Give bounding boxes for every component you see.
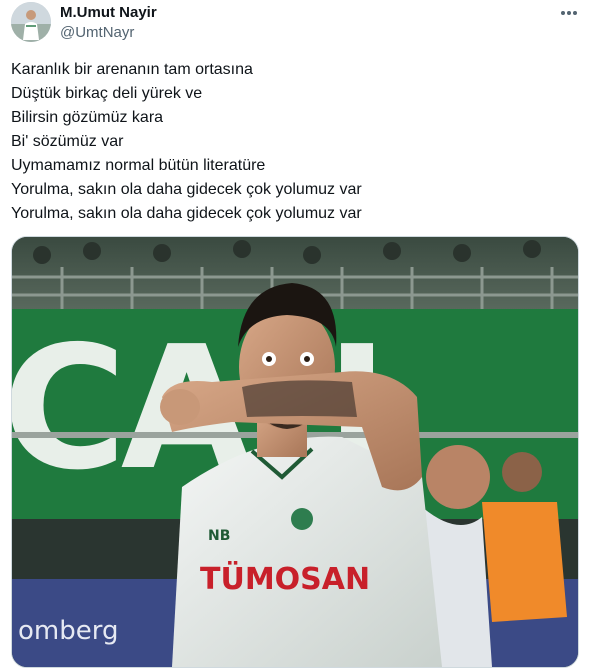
tweet-line: Düştük birkaç deli yürek ve	[11, 85, 203, 102]
tweet-line: Bilirsin gözümüz kara	[11, 109, 164, 126]
tweet-line: Karanlık bir arenanın tam ortasına	[11, 61, 253, 78]
author-display-name[interactable]: M.Umut Nayir	[60, 3, 157, 23]
tweet-line: Bi' sözümüz var	[11, 133, 124, 150]
photo-illustration: CAH omberg TÜMOSAN NB	[12, 237, 578, 667]
more-horizontal-icon	[561, 11, 577, 15]
kit-brand-text: NB	[208, 528, 230, 544]
board-text: omberg	[18, 616, 118, 646]
tweet-line: Uymamamız normal bütün literatüre	[11, 157, 266, 174]
more-options-button[interactable]	[556, 2, 582, 24]
user-avatar-icon	[11, 2, 51, 42]
author-avatar[interactable]	[11, 2, 51, 42]
tweet-line: Yorulma, sakın ola daha gidecek çok yolu…	[11, 181, 362, 198]
sponsor-text: TÜMOSAN	[200, 560, 370, 597]
tweet-text: Karanlık bir arenanın tam ortasına Düştü…	[11, 58, 581, 226]
tweet-photo[interactable]: CAH omberg TÜMOSAN NB	[11, 236, 579, 668]
tweet-line: Yorulma, sakın ola daha gidecek çok yolu…	[11, 205, 362, 222]
author-handle[interactable]: @UmtNayr	[60, 23, 134, 43]
